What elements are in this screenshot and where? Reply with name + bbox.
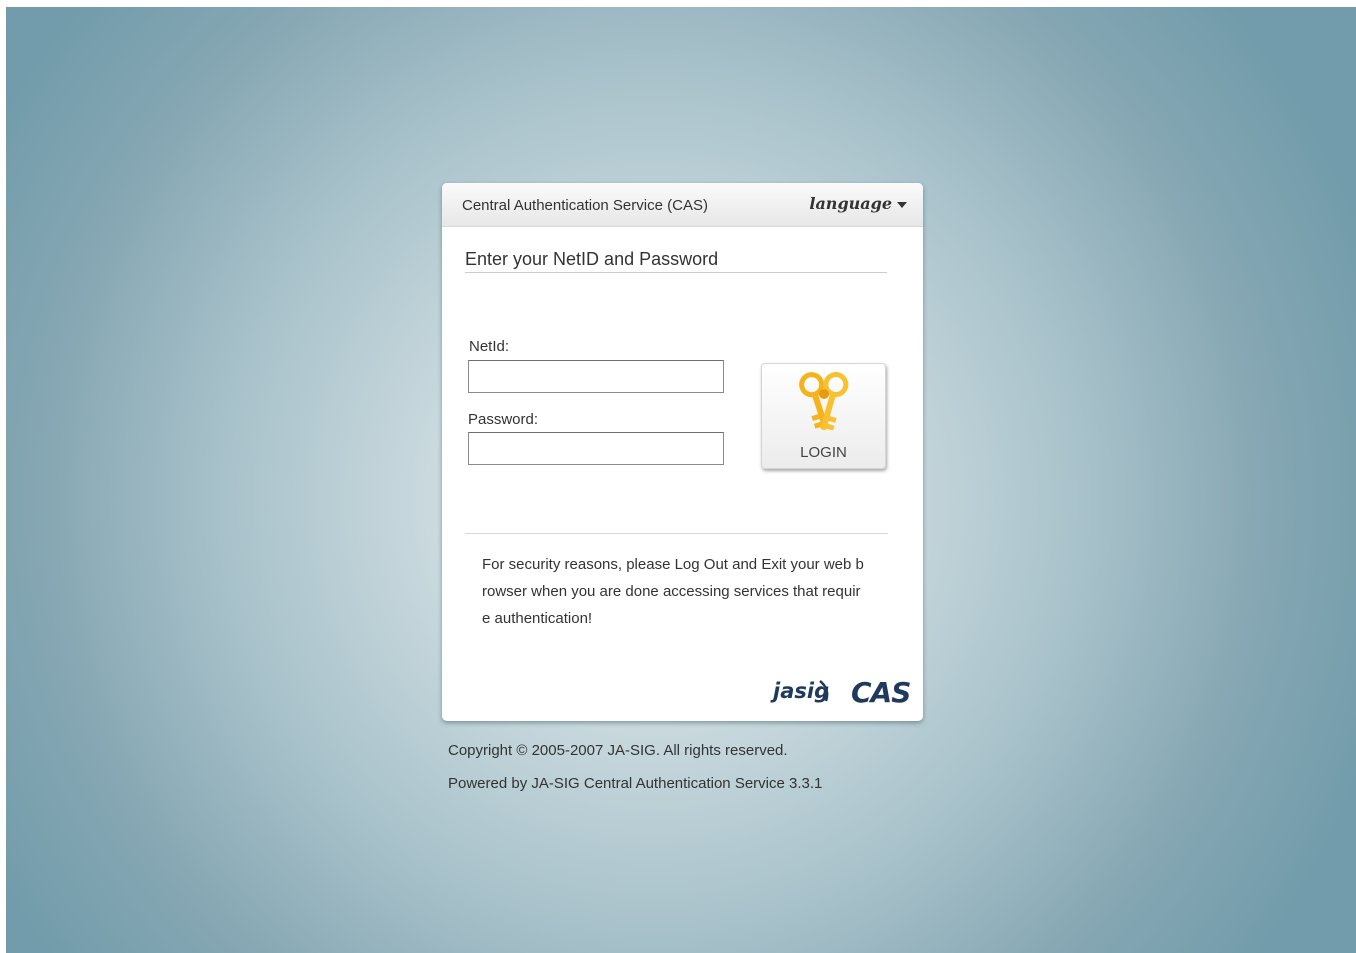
password-input[interactable] — [468, 432, 724, 465]
divider — [465, 533, 888, 534]
jasig-arc-icon — [819, 680, 829, 702]
login-card: Central Authentication Service (CAS) lan… — [442, 183, 923, 721]
cas-logo: CAS — [851, 676, 911, 709]
netid-label: NetId: — [469, 338, 510, 355]
form-title: Enter your NetID and Password — [465, 249, 887, 273]
password-label: Password: — [468, 411, 539, 428]
login-label: LOGIN — [800, 444, 847, 461]
language-dropdown[interactable]: language — [809, 194, 907, 213]
header-title: Central Authentication Service (CAS) — [462, 197, 708, 214]
caret-down-icon — [897, 201, 907, 208]
language-label: language — [809, 194, 892, 213]
netid-input[interactable] — [468, 360, 724, 393]
security-notice: For security reasons, please Log Out and… — [482, 556, 864, 627]
copyright-text: Copyright © 2005-2007 JA-SIG. All rights… — [448, 742, 788, 759]
powered-by-text: Powered by JA-SIG Central Authentication… — [448, 775, 823, 792]
keys-icon — [799, 372, 849, 431]
card-header: Central Authentication Service (CAS) lan… — [442, 183, 923, 227]
login-button[interactable]: LOGIN — [761, 363, 886, 469]
